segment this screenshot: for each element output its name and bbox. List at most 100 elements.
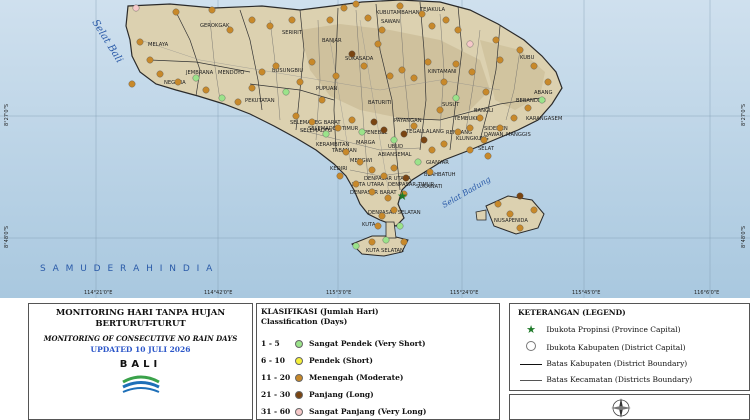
station-marker xyxy=(368,188,376,196)
station-marker xyxy=(272,62,280,70)
station-marker xyxy=(400,238,408,246)
classification-row: 31 - 60 Sangat Panjang (Very Long) xyxy=(261,406,426,418)
station-marker xyxy=(452,94,460,102)
map: Selat Bali S A M U D E R A H I N D I A S… xyxy=(0,0,750,298)
classification-row: 6 - 10 Pendek (Short) xyxy=(261,355,373,367)
station-marker xyxy=(428,22,436,30)
station-marker xyxy=(426,168,434,176)
station-marker xyxy=(266,22,274,30)
legend-label: Ibukota Kabupaten (District Capital) xyxy=(546,343,686,352)
legend-title: KETERANGAN (LEGEND) xyxy=(518,308,626,317)
district-label: PAYANGAN xyxy=(394,118,422,124)
legend-item-district-capital: Ibukota Kabupaten (District Capital) xyxy=(518,341,686,353)
small-island xyxy=(475,209,487,221)
classification-header: KLASIFIKASI (Jumlah Hari) xyxy=(261,307,379,316)
station-marker xyxy=(510,114,518,122)
class-label: Sangat Panjang (Very Long) xyxy=(309,407,427,416)
district-label: SUKASADA xyxy=(345,56,374,62)
station-marker xyxy=(380,126,388,134)
district-label: TEGALLALANG xyxy=(405,129,444,135)
station-marker xyxy=(370,118,378,126)
station-marker xyxy=(410,74,418,82)
green-star-icon: ★ xyxy=(526,323,536,336)
station-marker xyxy=(454,26,462,34)
legend-item-district-boundary: Batas Kabupaten (District Boundary) xyxy=(518,358,687,370)
class-color-swatch xyxy=(295,408,303,416)
station-marker xyxy=(374,40,382,48)
district-label: KUBUTAMBAHAN xyxy=(376,10,420,16)
lon-label: 114°42'0"E xyxy=(204,290,232,296)
lon-label: 115°24'0"E xyxy=(450,290,478,296)
lon-label: 114°21'0"E xyxy=(84,290,112,296)
subtitle: MONITORING OF CONSECUTIVE NO RAIN DAYS xyxy=(43,334,238,343)
station-marker xyxy=(132,4,140,12)
district-label: PUPUAN xyxy=(316,86,337,92)
lat-label: 8°48'0"S xyxy=(4,226,10,248)
station-marker xyxy=(390,206,398,214)
district-label: DENPASAR TIMUR xyxy=(388,182,435,188)
station-marker xyxy=(494,200,502,208)
station-marker xyxy=(516,224,524,232)
station-marker xyxy=(440,140,448,148)
legend-item-province-capital: ★ Ibukota Propinsi (Province Capital) xyxy=(518,323,680,336)
station-marker xyxy=(414,158,422,166)
station-marker xyxy=(258,68,266,76)
station-marker xyxy=(454,128,462,136)
class-range: 21 - 30 xyxy=(261,390,291,399)
solid-line-icon xyxy=(518,358,544,370)
class-label: Pendek (Short) xyxy=(309,356,373,365)
station-marker xyxy=(420,136,428,144)
district-label: MANGGIS xyxy=(506,132,531,138)
station-marker xyxy=(356,158,364,166)
station-marker xyxy=(418,10,426,18)
station-marker xyxy=(288,16,296,24)
station-marker xyxy=(378,212,386,220)
district-label: SELEMADEG TIMUR xyxy=(308,126,359,132)
station-marker xyxy=(492,36,500,44)
district-label: MELAYA xyxy=(148,42,169,48)
station-marker xyxy=(128,80,136,88)
station-marker xyxy=(208,6,216,14)
station-marker xyxy=(544,78,552,86)
station-marker xyxy=(428,146,436,154)
station-marker xyxy=(452,60,460,68)
station-marker xyxy=(334,124,342,132)
sea-label-samudera-hindia: S A M U D E R A H I N D I A xyxy=(40,264,214,274)
station-marker xyxy=(466,40,474,48)
station-marker xyxy=(352,242,360,250)
station-marker xyxy=(368,166,376,174)
station-marker xyxy=(358,128,366,136)
legend-label: Batas Kecamatan (Districts Boundary) xyxy=(546,375,693,384)
station-marker xyxy=(218,94,226,102)
class-color-swatch xyxy=(295,357,303,365)
station-marker xyxy=(410,122,418,130)
station-marker xyxy=(174,78,182,86)
white-circle-icon xyxy=(518,341,544,355)
station-marker xyxy=(296,78,304,86)
station-marker xyxy=(308,118,316,126)
district-label: ABANG xyxy=(534,90,553,96)
station-marker xyxy=(516,46,524,54)
legend-item-subdistrict-boundary: Batas Kecamatan (Districts Boundary) xyxy=(518,374,692,386)
station-marker xyxy=(396,222,404,230)
district-label: SUSUT xyxy=(442,102,460,108)
station-marker xyxy=(496,124,504,132)
station-marker xyxy=(480,136,488,144)
station-marker xyxy=(468,68,476,76)
station-marker xyxy=(172,8,180,16)
station-marker xyxy=(496,56,504,64)
station-marker xyxy=(396,2,404,10)
station-marker xyxy=(378,26,386,34)
station-marker xyxy=(538,96,546,104)
district-label: BANGLI xyxy=(474,108,494,114)
lat-label: 8°27'0"S xyxy=(741,104,747,126)
station-marker xyxy=(352,180,360,188)
title-panel: MONITORING HARI TANPA HUJAN BERTURUT-TUR… xyxy=(28,303,253,420)
lon-label: 116°6'0"E xyxy=(694,290,719,296)
district-label: GEROKGAK xyxy=(200,23,230,29)
station-marker xyxy=(530,62,538,70)
legend-panel: KETERANGAN (LEGEND) ★ Ibukota Propinsi (… xyxy=(509,303,750,391)
station-marker xyxy=(364,14,372,22)
station-marker xyxy=(146,56,154,64)
station-marker xyxy=(368,238,376,246)
